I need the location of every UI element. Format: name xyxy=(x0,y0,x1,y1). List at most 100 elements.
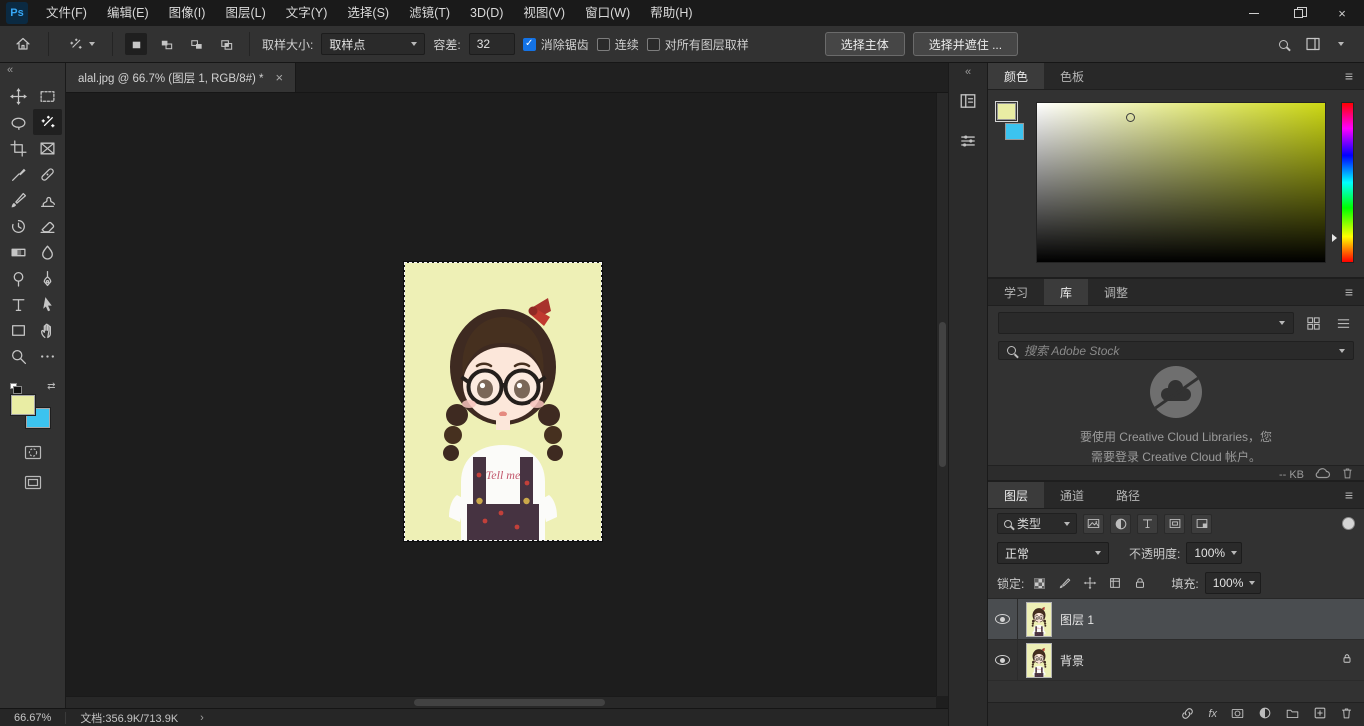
new-group-icon[interactable] xyxy=(1285,707,1300,723)
horizontal-scrollbar[interactable] xyxy=(66,696,936,708)
background-lock-icon[interactable] xyxy=(1341,652,1353,668)
edit-toolbar-icon[interactable] xyxy=(33,343,62,369)
marquee-tool[interactable] xyxy=(33,83,62,109)
menu-select[interactable]: 选择(S) xyxy=(337,0,399,26)
minimize-button[interactable] xyxy=(1232,0,1276,26)
toolbar-collapse-icon[interactable]: « xyxy=(0,63,20,77)
menu-edit[interactable]: 编辑(E) xyxy=(97,0,159,26)
add-selection-mode-icon[interactable] xyxy=(155,33,177,55)
filter-toggle[interactable] xyxy=(1342,517,1355,530)
chevron-down-icon[interactable] xyxy=(1338,42,1344,46)
status-chevron-icon[interactable]: › xyxy=(192,712,212,724)
panel-menu-icon[interactable]: ≡ xyxy=(1334,63,1364,89)
tab-channels[interactable]: 通道 xyxy=(1044,482,1100,508)
layer-row-background[interactable]: 背景 xyxy=(988,640,1364,681)
tab-swatches[interactable]: 色板 xyxy=(1044,63,1100,89)
link-layers-icon[interactable] xyxy=(1180,706,1195,724)
close-button[interactable]: × xyxy=(1320,0,1364,26)
layer-thumbnail[interactable] xyxy=(1027,644,1051,677)
filter-pixel-layers-icon[interactable] xyxy=(1083,514,1104,534)
document-tab[interactable]: alal.jpg @ 66.7% (图层 1, RGB/8#) * × xyxy=(66,63,296,92)
menu-type[interactable]: 文字(Y) xyxy=(276,0,338,26)
menu-file[interactable]: 文件(F) xyxy=(36,0,97,26)
visibility-toggle[interactable] xyxy=(988,599,1018,639)
lock-all-icon[interactable] xyxy=(1130,574,1149,592)
blur-tool[interactable] xyxy=(33,239,62,265)
tab-color[interactable]: 颜色 xyxy=(988,63,1044,89)
menu-window[interactable]: 窗口(W) xyxy=(575,0,640,26)
zoom-tool[interactable] xyxy=(4,343,33,369)
background-color-swatch[interactable] xyxy=(1005,123,1024,140)
vertical-scrollbar[interactable] xyxy=(936,93,948,696)
layer-thumbnail[interactable] xyxy=(1027,603,1051,636)
layer-name[interactable]: 图层 1 xyxy=(1060,611,1094,628)
lock-artboard-icon[interactable] xyxy=(1105,574,1124,592)
clone-stamp-tool[interactable] xyxy=(33,187,62,213)
quick-mask-icon[interactable] xyxy=(24,445,42,463)
filter-type-layers-icon[interactable] xyxy=(1137,514,1158,534)
menu-image[interactable]: 图像(I) xyxy=(159,0,216,26)
home-icon[interactable] xyxy=(10,31,36,57)
library-select[interactable] xyxy=(998,312,1294,334)
filter-adjustment-layers-icon[interactable] xyxy=(1110,514,1131,534)
filter-smart-objects-icon[interactable] xyxy=(1191,514,1212,534)
blend-mode-select[interactable]: 正常 xyxy=(997,542,1109,564)
foreground-color-swatch[interactable] xyxy=(11,395,35,415)
tab-libraries[interactable]: 库 xyxy=(1044,279,1088,305)
photoshop-logo-icon[interactable]: Ps xyxy=(6,2,28,24)
eraser-tool[interactable] xyxy=(33,213,62,239)
tool-preset-picker[interactable] xyxy=(61,33,100,55)
intersect-selection-mode-icon[interactable] xyxy=(215,33,237,55)
color-picker-marker[interactable] xyxy=(1126,113,1135,122)
lock-position-icon[interactable] xyxy=(1080,574,1099,592)
stock-search-field[interactable]: 搜索 Adobe Stock xyxy=(998,341,1354,360)
path-select-tool[interactable] xyxy=(33,291,62,317)
delete-layer-icon[interactable] xyxy=(1340,706,1353,723)
tab-close-icon[interactable]: × xyxy=(276,70,284,85)
brush-tool[interactable] xyxy=(4,187,33,213)
contiguous-checkbox[interactable] xyxy=(597,38,610,51)
menu-filter[interactable]: 滤镜(T) xyxy=(399,0,460,26)
default-colors-icon[interactable] xyxy=(10,383,23,394)
workspace-switcher-icon[interactable] xyxy=(1300,31,1326,57)
rectangle-tool[interactable] xyxy=(4,317,33,343)
add-mask-icon[interactable] xyxy=(1230,707,1245,723)
layer-filter-select[interactable]: 类型 xyxy=(997,513,1077,534)
lock-pixels-icon[interactable] xyxy=(1055,574,1074,592)
menu-help[interactable]: 帮助(H) xyxy=(640,0,702,26)
layer-name[interactable]: 背景 xyxy=(1060,652,1084,669)
crop-tool[interactable] xyxy=(4,135,33,161)
canvas-viewport[interactable] xyxy=(66,93,936,696)
tab-adjustments[interactable]: 调整 xyxy=(1088,279,1144,305)
sample-size-select[interactable]: 取样点 xyxy=(321,33,425,55)
tab-paths[interactable]: 路径 xyxy=(1100,482,1156,508)
type-tool[interactable] xyxy=(4,291,33,317)
dodge-tool[interactable] xyxy=(4,265,33,291)
select-and-mask-button[interactable]: 选择并遮住 ... xyxy=(913,32,1018,56)
sample-all-layers-checkbox[interactable] xyxy=(647,38,660,51)
list-view-icon[interactable] xyxy=(1332,312,1354,334)
healing-brush-tool[interactable] xyxy=(33,161,62,187)
dock-expand-icon[interactable]: « xyxy=(965,63,971,88)
history-brush-tool[interactable] xyxy=(4,213,33,239)
tab-learn[interactable]: 学习 xyxy=(988,279,1044,305)
new-selection-mode-icon[interactable] xyxy=(125,33,147,55)
grid-view-icon[interactable] xyxy=(1302,312,1324,334)
lock-transparency-icon[interactable] xyxy=(1030,574,1049,592)
adjustment-layer-icon[interactable] xyxy=(1258,706,1272,723)
filter-shape-layers-icon[interactable] xyxy=(1164,514,1185,534)
search-icon[interactable] xyxy=(1279,40,1288,49)
panel-menu-icon[interactable]: ≡ xyxy=(1334,279,1364,305)
anti-alias-checkbox[interactable]: ✓ xyxy=(523,38,536,51)
lasso-tool[interactable] xyxy=(4,109,33,135)
panel-menu-icon[interactable]: ≡ xyxy=(1334,482,1364,508)
fill-select[interactable]: 100% xyxy=(1205,572,1261,594)
zoom-level[interactable]: 66.67% xyxy=(14,712,51,724)
visibility-toggle[interactable] xyxy=(988,640,1018,680)
hue-marker[interactable] xyxy=(1332,234,1337,242)
history-panel-icon[interactable] xyxy=(955,88,981,114)
pen-tool[interactable] xyxy=(33,265,62,291)
tab-layers[interactable]: 图层 xyxy=(988,482,1044,508)
menu-view[interactable]: 视图(V) xyxy=(513,0,575,26)
screen-mode-icon[interactable] xyxy=(24,475,42,493)
